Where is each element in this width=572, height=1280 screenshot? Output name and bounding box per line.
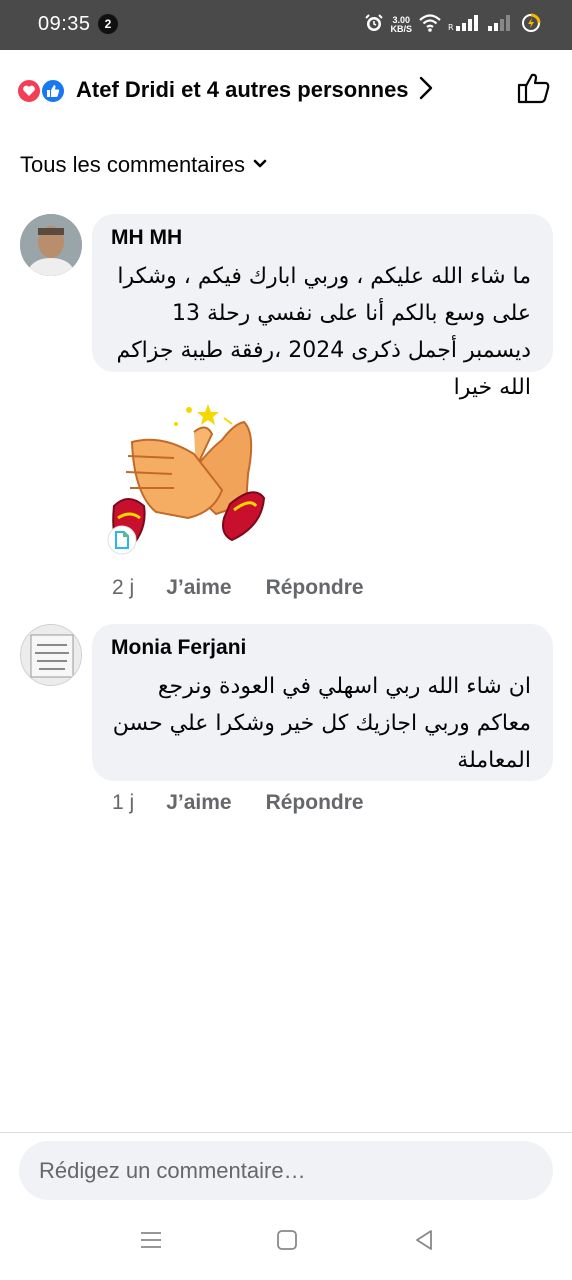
comments-filter-dropdown[interactable]: Tous les commentaires (20, 152, 267, 178)
menu-nav-button[interactable] (131, 1222, 171, 1262)
comment-bubble[interactable]: MH MH ما شاء الله عليكم ، وربي ابارك فيك… (92, 214, 553, 400)
home-nav-button[interactable] (267, 1222, 307, 1262)
alarm-icon (364, 13, 384, 38)
reactions-summary-text: Atef Dridi et 4 autres personnes (76, 77, 409, 102)
comment-text: ما شاء الله عليكم ، وربي ابارك فيكم ، وش… (116, 264, 531, 400)
comment-actions: 1 j J’aime Répondre (112, 791, 364, 815)
back-nav-button[interactable] (404, 1222, 444, 1262)
divider (0, 1132, 572, 1133)
comment-reply-button[interactable]: Répondre (266, 576, 364, 600)
avatar[interactable] (20, 214, 82, 276)
comment-timestamp: 2 j (112, 576, 135, 599)
signal-icon-2 (488, 14, 514, 37)
status-bar: 09:35 2 3.00 KB/S R (0, 0, 572, 50)
system-nav-bar (0, 1200, 572, 1280)
comment-author[interactable]: Monia Ferjani (111, 636, 246, 660)
love-reaction-icon (16, 78, 42, 104)
battery-icon (520, 12, 542, 39)
comment-bubble[interactable]: Monia Ferjani ان شاء الله ربي اسهلي في ا… (92, 624, 553, 781)
comment-like-button[interactable]: J’aime (166, 576, 231, 600)
comment-text: ان شاء الله ربي اسهلي في العودة ونرجع مع… (112, 674, 531, 773)
like-post-button[interactable] (514, 70, 554, 110)
comment-author[interactable]: MH MH (111, 226, 182, 250)
clapping-hands-sticker[interactable] (104, 394, 274, 564)
menu-icon (140, 1230, 162, 1255)
svg-text:R: R (448, 23, 454, 32)
reaction-icons (16, 76, 70, 104)
square-icon (276, 1229, 298, 1256)
status-icons: 3.00 KB/S R (364, 12, 542, 38)
back-triangle-icon (413, 1229, 435, 1256)
comment-input[interactable] (19, 1141, 553, 1200)
signal-icon-1: R (448, 14, 482, 37)
reactions-summary[interactable]: Atef Dridi et 4 autres personnes (16, 70, 556, 110)
comment-composer[interactable] (19, 1141, 553, 1200)
comment-like-button[interactable]: J’aime (166, 791, 231, 815)
net-speed: 3.00 KB/S (390, 16, 412, 34)
status-time: 09:35 (38, 13, 91, 35)
comment-actions: 2 j J’aime Répondre (112, 576, 364, 600)
comments-filter-label: Tous les commentaires (20, 152, 245, 177)
chevron-down-icon (253, 156, 267, 174)
comment-reply-button[interactable]: Répondre (266, 791, 364, 815)
like-reaction-icon (40, 78, 66, 104)
avatar[interactable] (20, 624, 82, 686)
wifi-icon (418, 13, 442, 38)
thumbs-up-icon (517, 72, 551, 109)
net-speed-unit: KB/S (390, 24, 412, 34)
comment-timestamp: 1 j (112, 791, 135, 814)
notification-count-badge: 2 (98, 14, 118, 34)
chevron-right-icon (419, 76, 433, 105)
